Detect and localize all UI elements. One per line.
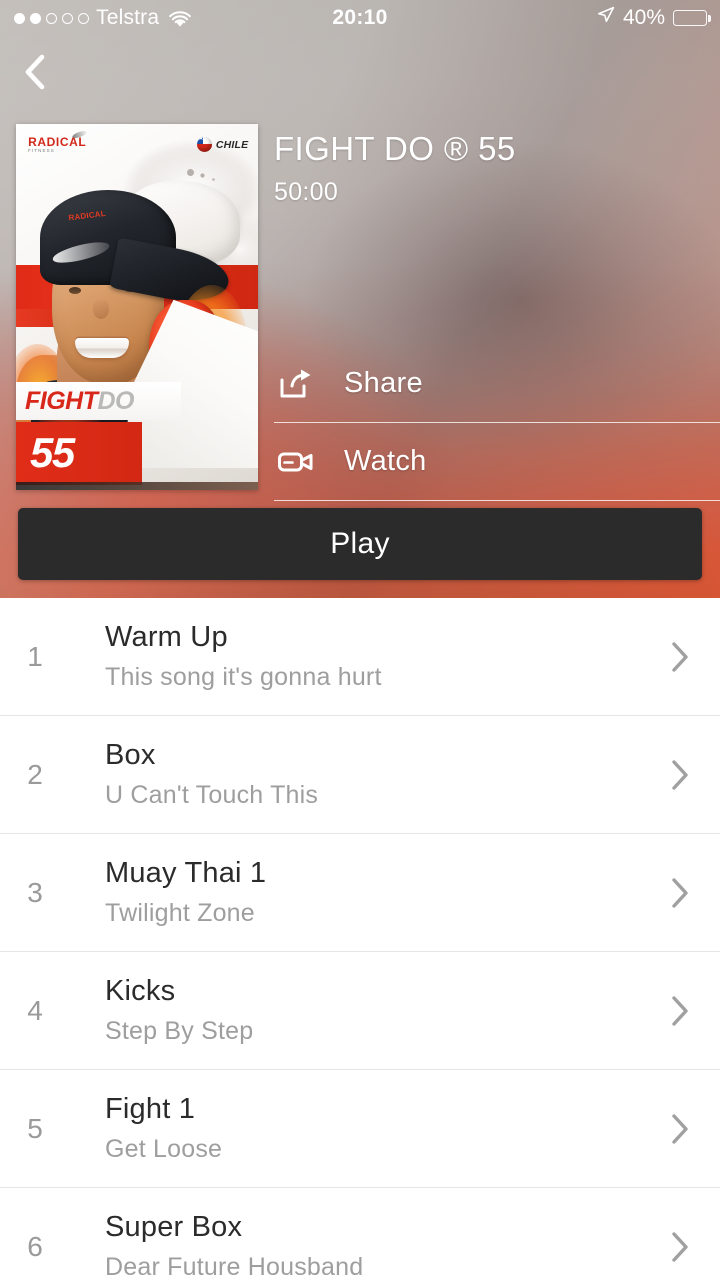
- battery-icon: [673, 10, 711, 26]
- track-title: Muay Thai 1: [105, 856, 267, 889]
- status-bar-right: 40%: [597, 6, 720, 30]
- athlete-smile: [75, 338, 130, 359]
- status-bar: Telstra 20:10 40%: [0, 0, 720, 36]
- track-text-block: Muay Thai 1 Twilight Zone: [70, 857, 640, 928]
- athlete-eye-left: [69, 286, 82, 294]
- chevron-right-icon[interactable]: [640, 637, 720, 677]
- back-button[interactable]: [8, 44, 68, 100]
- video-camera-icon: [274, 442, 318, 482]
- track-text-block: Kicks Step By Step: [70, 975, 640, 1046]
- watch-button[interactable]: Watch: [274, 423, 720, 501]
- track-number: 6: [27, 1230, 43, 1262]
- artwork-bottom-strip: [16, 481, 258, 490]
- hero-section: Telstra 20:10 40% RADICAL RADICAL FITNES…: [0, 0, 720, 598]
- track-row[interactable]: 1 Warm Up This song it's gonna hurt: [0, 598, 720, 716]
- program-word-1: FIGHT: [25, 386, 98, 415]
- track-text-block: Fight 1 Get Loose: [70, 1093, 640, 1164]
- track-text-block: Box U Can't Touch This: [70, 739, 640, 810]
- share-label: Share: [344, 367, 423, 399]
- track-row[interactable]: 2 Box U Can't Touch This: [0, 716, 720, 834]
- track-number: 3: [27, 876, 43, 908]
- track-subtitle: This song it's gonna hurt: [105, 663, 382, 692]
- track-text-block: Warm Up This song it's gonna hurt: [70, 621, 640, 692]
- play-button[interactable]: Play: [18, 508, 702, 580]
- track-title: Warm Up: [105, 620, 228, 653]
- chevron-right-icon[interactable]: [640, 991, 720, 1031]
- track-list[interactable]: 1 Warm Up This song it's gonna hurt 2 Box U C…: [0, 598, 720, 1280]
- track-number: 4: [27, 994, 43, 1026]
- share-icon: [274, 364, 318, 404]
- play-button-label: Play: [330, 527, 390, 560]
- battery-percent-label: 40%: [622, 6, 665, 29]
- app-screen: Telstra 20:10 40% RADICAL RADICAL FITNES…: [0, 0, 720, 1280]
- program-word-2: DO: [97, 386, 135, 415]
- track-title: Fight 1: [105, 1092, 196, 1125]
- track-row[interactable]: 5 Fight 1 Get Loose: [0, 1070, 720, 1188]
- track-number: 1: [27, 640, 43, 672]
- artwork-release-band: 55: [16, 422, 142, 485]
- country-label: CHILE: [215, 138, 249, 151]
- track-subtitle: U Can't Touch This: [105, 781, 319, 810]
- track-title: Super Box: [105, 1210, 243, 1243]
- track-subtitle: Step By Step: [105, 1017, 254, 1046]
- brand-subtitle: FITNESS: [28, 148, 55, 154]
- artwork-country-badge: CHILE: [196, 137, 249, 153]
- track-subtitle: Dear Future Housband: [105, 1253, 364, 1280]
- track-subtitle: Twilight Zone: [105, 899, 255, 928]
- artwork-program-title: FIGHTDO: [16, 386, 135, 415]
- chile-flag-icon: [196, 137, 212, 153]
- track-subtitle: Get Loose: [105, 1135, 223, 1164]
- chevron-right-icon[interactable]: [640, 873, 720, 913]
- artwork-program-band: FIGHTDO: [16, 382, 181, 421]
- track-title: Kicks: [105, 974, 176, 1007]
- artwork-brand-logo: RADICAL FITNESS: [28, 129, 88, 154]
- track-number: 5: [27, 1112, 43, 1144]
- location-arrow-icon: [597, 6, 615, 30]
- artwork-release-number: 55: [30, 429, 75, 477]
- track-row[interactable]: 4 Kicks Step By Step: [0, 952, 720, 1070]
- duration-label: 50:00: [274, 177, 339, 206]
- chevron-right-icon[interactable]: [640, 755, 720, 795]
- track-row[interactable]: 3 Muay Thai 1 Twilight Zone: [0, 834, 720, 952]
- hero-actions: Share Watch: [274, 345, 720, 501]
- track-text-block: Super Box Dear Future Housband: [70, 1211, 640, 1280]
- chevron-right-icon[interactable]: [640, 1109, 720, 1149]
- track-row[interactable]: 6 Super Box Dear Future Housband: [0, 1188, 720, 1280]
- track-title: Box: [105, 738, 156, 771]
- chevron-right-icon[interactable]: [640, 1227, 720, 1267]
- track-number: 2: [27, 758, 43, 790]
- hero-title-block: FIGHT DO ® 55 50:00: [274, 130, 516, 207]
- page-title: FIGHT DO ® 55: [274, 130, 516, 167]
- album-artwork[interactable]: RADICAL RADICAL FITNESS CHILE FIGHTDO 55: [16, 124, 258, 490]
- share-button[interactable]: Share: [274, 345, 720, 423]
- watch-label: Watch: [344, 445, 427, 477]
